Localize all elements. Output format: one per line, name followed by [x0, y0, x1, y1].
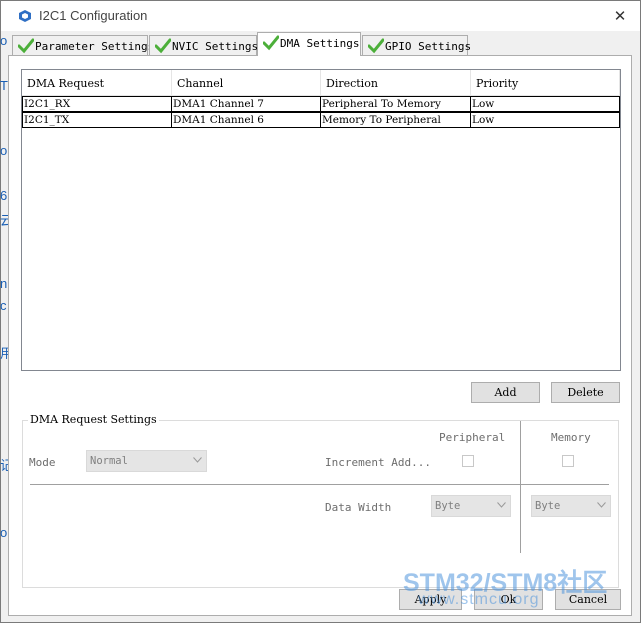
check-icon — [368, 38, 384, 54]
tab-gpio-settings[interactable]: GPIO Settings — [362, 35, 471, 56]
chevron-down-icon — [193, 457, 202, 463]
delete-button[interactable]: Delete — [551, 382, 620, 403]
mode-value: Normal — [90, 455, 128, 467]
cell-priority: Low — [471, 112, 620, 128]
cell-direction: Memory To Peripheral — [321, 112, 471, 128]
app-icon — [19, 10, 31, 22]
memory-data-width-value: Byte — [535, 500, 561, 512]
add-button[interactable]: Add — [471, 382, 540, 403]
peripheral-data-width-select[interactable]: Byte — [431, 495, 511, 517]
close-icon: ✕ — [613, 7, 627, 25]
check-icon — [18, 38, 34, 54]
background-text: o — [0, 143, 8, 158]
column-divider — [520, 421, 521, 553]
dma-request-table[interactable]: DMA Request Channel Direction Priority I… — [21, 69, 621, 371]
tab-nvic-settings[interactable]: NVIC Settings — [149, 35, 258, 56]
chevron-down-icon — [597, 502, 606, 508]
increment-address-label: Increment Add... — [325, 456, 431, 469]
background-text: c — [0, 298, 7, 313]
cell-dma-request: I2C1_TX — [22, 112, 172, 128]
mode-select[interactable]: Normal — [86, 450, 207, 472]
watermark-url: www.stmcu.org — [418, 591, 540, 608]
memory-increment-checkbox[interactable] — [562, 455, 574, 467]
peripheral-increment-checkbox[interactable] — [462, 455, 474, 467]
cell-dma-request: I2C1_RX — [22, 96, 172, 112]
cell-channel: DMA1 Channel 7 — [172, 96, 321, 112]
tab-parameter-settings[interactable]: Parameter Settings — [12, 35, 154, 56]
background-text: n — [0, 276, 8, 291]
background-text: o — [0, 33, 8, 48]
background-text: o — [0, 525, 8, 540]
table-row[interactable]: I2C1_RX DMA1 Channel 7 Peripheral To Mem… — [22, 96, 620, 112]
group-title: DMA Request Settings — [28, 413, 159, 426]
peripheral-data-width-value: Byte — [435, 500, 461, 512]
tab-dma-settings[interactable]: DMA Settings — [257, 32, 361, 56]
column-header-channel[interactable]: Channel — [172, 70, 321, 96]
peripheral-column-label: Peripheral — [439, 431, 506, 444]
background-text: 6 — [0, 188, 8, 203]
cell-channel: DMA1 Channel 6 — [172, 112, 321, 128]
cell-direction: Peripheral To Memory — [321, 96, 471, 112]
tab-label: DMA Settings — [280, 37, 360, 50]
close-button[interactable]: ✕ — [601, 3, 639, 29]
mode-label: Mode — [29, 456, 56, 469]
column-header-priority[interactable]: Priority — [471, 70, 620, 96]
cell-priority: Low — [471, 96, 620, 112]
window-title: I2C1 Configuration — [39, 8, 148, 23]
table-row[interactable]: I2C1_TX DMA1 Channel 6 Memory To Periphe… — [22, 112, 620, 128]
data-width-label: Data Width — [325, 501, 392, 514]
background-text: T — [0, 78, 8, 93]
check-icon — [155, 38, 171, 54]
column-header-dma-request[interactable]: DMA Request — [22, 70, 172, 96]
title-bar: I2C1 Configuration ✕ — [1, 1, 640, 31]
memory-column-label: Memory — [551, 431, 591, 444]
dma-settings-panel: DMA Request Channel Direction Priority I… — [8, 55, 632, 616]
check-icon — [263, 35, 279, 51]
column-header-direction[interactable]: Direction — [321, 70, 471, 96]
chevron-down-icon — [497, 502, 506, 508]
memory-data-width-select[interactable]: Byte — [531, 495, 611, 517]
divider — [30, 484, 609, 485]
